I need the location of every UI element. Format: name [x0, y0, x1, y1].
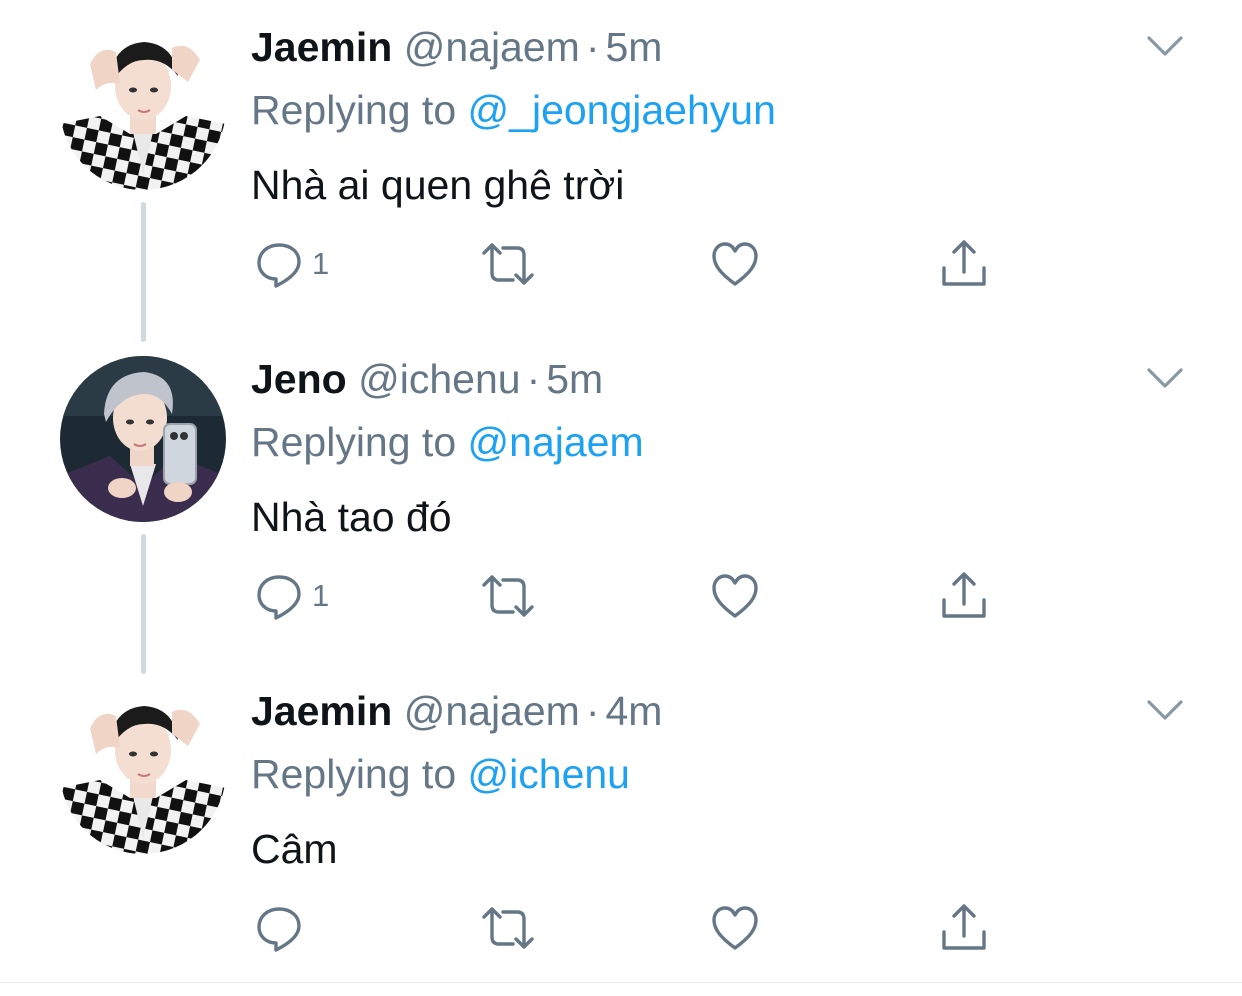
avatar[interactable] — [60, 356, 226, 522]
action-bar: 1 — [0, 234, 1242, 294]
separator: · — [585, 688, 600, 734]
share-button[interactable] — [938, 898, 990, 958]
replying-to: Replying to @ichenu — [251, 748, 630, 800]
tweet-header: Jaemin @najaem · 4m — [251, 684, 662, 738]
share-icon — [942, 572, 986, 618]
mention-link[interactable]: @najaem — [468, 419, 644, 465]
action-bar — [0, 898, 1242, 958]
timestamp[interactable]: 5m — [546, 356, 603, 402]
retweet-icon — [482, 907, 534, 949]
replying-to-label: Replying to — [251, 87, 457, 133]
avatar-checkered-jacket-icon — [60, 688, 226, 854]
replying-to-label: Replying to — [251, 419, 457, 465]
chevron-down-icon — [1147, 36, 1183, 56]
tweet-text: Nhà ai quen ghê trời — [251, 162, 625, 208]
mention-link[interactable]: @_jeongjaehyun — [468, 87, 776, 133]
share-icon — [942, 904, 986, 950]
more-options-button[interactable] — [1143, 28, 1187, 64]
chevron-down-icon — [1147, 700, 1183, 720]
tweet[interactable]: Jeno @ichenu · 5m Replying to @najaem Nhà … — [0, 332, 1242, 674]
tweet[interactable]: Jaemin @najaem · 4m Replying to @ichenu Câ… — [0, 664, 1242, 996]
replying-to-label: Replying to — [251, 751, 457, 797]
chevron-down-icon — [1147, 368, 1183, 388]
retweet-button[interactable] — [480, 898, 536, 958]
display-name[interactable]: Jaemin — [251, 24, 392, 70]
heart-icon — [712, 906, 758, 950]
tweet-header: Jeno @ichenu · 5m — [251, 352, 603, 406]
tweet-text: Câm — [251, 826, 338, 872]
heart-icon — [712, 242, 758, 286]
avatar-checkered-jacket-icon — [60, 24, 226, 190]
user-handle[interactable]: @najaem — [404, 688, 580, 734]
more-options-button[interactable] — [1143, 360, 1187, 396]
tweet-text: Nhà tao đó — [251, 494, 452, 540]
retweet-icon — [482, 243, 534, 285]
reply-bubble-icon — [257, 575, 301, 620]
reply-button[interactable]: 1 — [254, 566, 329, 626]
like-button[interactable] — [710, 234, 760, 294]
mention-link[interactable]: @ichenu — [468, 751, 630, 797]
heart-icon — [712, 574, 758, 618]
reply-count: 1 — [312, 578, 330, 613]
separator: · — [585, 24, 600, 70]
retweet-button[interactable] — [480, 234, 536, 294]
replying-to: Replying to @najaem — [251, 416, 644, 468]
timestamp[interactable]: 5m — [605, 24, 662, 70]
reply-button[interactable]: 1 — [254, 234, 329, 294]
tweet[interactable]: Jaemin @najaem · 5m Replying to @_jeongjae… — [0, 0, 1242, 342]
share-button[interactable] — [938, 566, 990, 626]
avatar[interactable] — [60, 24, 226, 190]
reply-button[interactable] — [254, 898, 312, 958]
reply-bubble-icon — [257, 243, 301, 288]
display-name[interactable]: Jaemin — [251, 688, 392, 734]
divider — [0, 982, 1242, 983]
retweet-icon — [482, 575, 534, 617]
retweet-button[interactable] — [480, 566, 536, 626]
display-name[interactable]: Jeno — [251, 356, 347, 402]
separator: · — [526, 356, 541, 402]
share-icon — [942, 240, 986, 286]
reply-bubble-icon — [257, 907, 301, 952]
share-button[interactable] — [938, 234, 990, 294]
user-handle[interactable]: @najaem — [404, 24, 580, 70]
more-options-button[interactable] — [1143, 692, 1187, 728]
reply-count: 1 — [312, 246, 330, 281]
timestamp[interactable]: 4m — [605, 688, 662, 734]
action-bar: 1 — [0, 566, 1242, 626]
user-handle[interactable]: @ichenu — [358, 356, 520, 402]
like-button[interactable] — [710, 566, 760, 626]
avatar-mirror-selfie-icon — [60, 356, 226, 522]
like-button[interactable] — [710, 898, 760, 958]
avatar[interactable] — [60, 688, 226, 854]
replying-to: Replying to @_jeongjaehyun — [251, 84, 776, 136]
tweet-header: Jaemin @najaem · 5m — [251, 20, 662, 74]
